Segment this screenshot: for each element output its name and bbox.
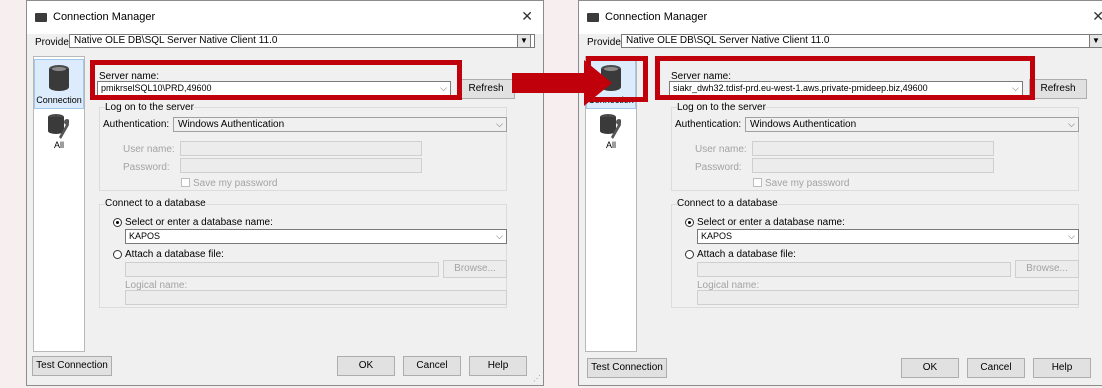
user-name-label: User name:: [695, 144, 747, 155]
chevron-down-icon[interactable]: ▼: [517, 34, 531, 48]
help-button[interactable]: Help: [1033, 358, 1091, 378]
attach-database-label: Attach a database file:: [125, 249, 224, 260]
attach-file-input[interactable]: [125, 262, 439, 277]
database-name-input[interactable]: KAPOS ⌵: [697, 229, 1079, 244]
chevron-down-icon[interactable]: ⌵: [1068, 230, 1075, 243]
logon-group-label: Log on to the server: [105, 102, 194, 113]
nav-item-all[interactable]: All: [34, 107, 84, 157]
nav-label-connection: Connection: [36, 95, 82, 105]
help-button[interactable]: Help: [469, 356, 527, 376]
password-label: Password:: [695, 162, 742, 173]
chevron-down-icon[interactable]: ⌵: [496, 230, 503, 243]
resize-grip-icon[interactable]: ⋰: [533, 374, 541, 383]
password-input[interactable]: [752, 158, 994, 173]
chevron-down-icon[interactable]: ▼: [1089, 34, 1102, 48]
close-icon[interactable]: ✕: [1092, 8, 1102, 25]
save-password-label: Save my password: [193, 178, 278, 189]
refresh-button[interactable]: Refresh: [457, 79, 515, 99]
select-database-label: Select or enter a database name:: [697, 217, 845, 228]
nav-item-connection[interactable]: Connection: [34, 59, 84, 109]
nav-label-all: All: [605, 140, 616, 150]
arrow-right-icon: [512, 60, 612, 106]
attach-database-radio[interactable]: [685, 250, 694, 259]
logical-name-input[interactable]: [125, 290, 507, 305]
attach-file-input[interactable]: [697, 262, 1011, 277]
user-name-input[interactable]: [752, 141, 994, 156]
provider-select[interactable]: Native OLE DB\SQL Server Native Client 1…: [621, 34, 1101, 48]
database-name-input[interactable]: KAPOS ⌵: [125, 229, 507, 244]
save-password-checkbox[interactable]: [181, 178, 190, 187]
authentication-select[interactable]: Windows Authentication ⌵: [173, 117, 507, 132]
authentication-select[interactable]: Windows Authentication ⌵: [745, 117, 1079, 132]
authentication-label: Authentication:: [103, 119, 170, 130]
database-name-value: KAPOS: [701, 231, 733, 241]
logical-name-input[interactable]: [697, 290, 1079, 305]
window-icon: [587, 13, 599, 22]
select-database-label: Select or enter a database name:: [125, 217, 273, 228]
cancel-button[interactable]: Cancel: [967, 358, 1025, 378]
chevron-down-icon[interactable]: ⌵: [1068, 118, 1075, 131]
database-tools-icon: [600, 114, 621, 139]
database-group-label: Connect to a database: [105, 198, 206, 209]
title-bar: Connection Manager ✕: [579, 1, 1102, 34]
browse-button[interactable]: Browse...: [443, 260, 507, 278]
password-label: Password:: [123, 162, 170, 173]
select-database-radio[interactable]: [685, 218, 694, 227]
cancel-button[interactable]: Cancel: [403, 356, 461, 376]
chevron-down-icon[interactable]: ⌵: [496, 118, 503, 131]
user-name-input[interactable]: [180, 141, 422, 156]
browse-button[interactable]: Browse...: [1015, 260, 1079, 278]
database-name-value: KAPOS: [129, 231, 161, 241]
nav-label-all: All: [53, 140, 64, 150]
password-input[interactable]: [180, 158, 422, 173]
logon-group-label: Log on to the server: [677, 102, 766, 113]
title-bar: Connection Manager ✕: [27, 1, 543, 34]
sidebar: Connection All: [33, 56, 85, 352]
refresh-button[interactable]: Refresh: [1029, 79, 1087, 99]
test-connection-button[interactable]: Test Connection: [587, 358, 667, 378]
database-tools-icon: [48, 114, 69, 139]
save-password-label: Save my password: [765, 178, 850, 189]
server-name-highlight-before: [90, 60, 462, 100]
database-group-label: Connect to a database: [677, 198, 778, 209]
attach-database-label: Attach a database file:: [697, 249, 796, 260]
window-title: Connection Manager: [605, 11, 708, 23]
server-name-highlight-after: [655, 56, 1035, 100]
save-password-checkbox[interactable]: [753, 178, 762, 187]
select-database-radio[interactable]: [113, 218, 122, 227]
attach-database-radio[interactable]: [113, 250, 122, 259]
connection-manager-window-before: Connection Manager ✕ Provider: Native OL…: [26, 0, 544, 386]
database-icon: [49, 65, 69, 91]
window-title: Connection Manager: [53, 11, 156, 23]
authentication-label: Authentication:: [675, 119, 742, 130]
ok-button[interactable]: OK: [901, 358, 959, 378]
authentication-value: Windows Authentication: [750, 119, 857, 130]
authentication-value: Windows Authentication: [178, 119, 285, 130]
user-name-label: User name:: [123, 144, 175, 155]
ok-button[interactable]: OK: [337, 356, 395, 376]
close-icon[interactable]: ✕: [521, 8, 533, 25]
provider-select[interactable]: Native OLE DB\SQL Server Native Client 1…: [69, 34, 535, 48]
nav-item-all[interactable]: All: [586, 107, 636, 157]
window-icon: [35, 13, 47, 22]
test-connection-button[interactable]: Test Connection: [32, 356, 112, 376]
